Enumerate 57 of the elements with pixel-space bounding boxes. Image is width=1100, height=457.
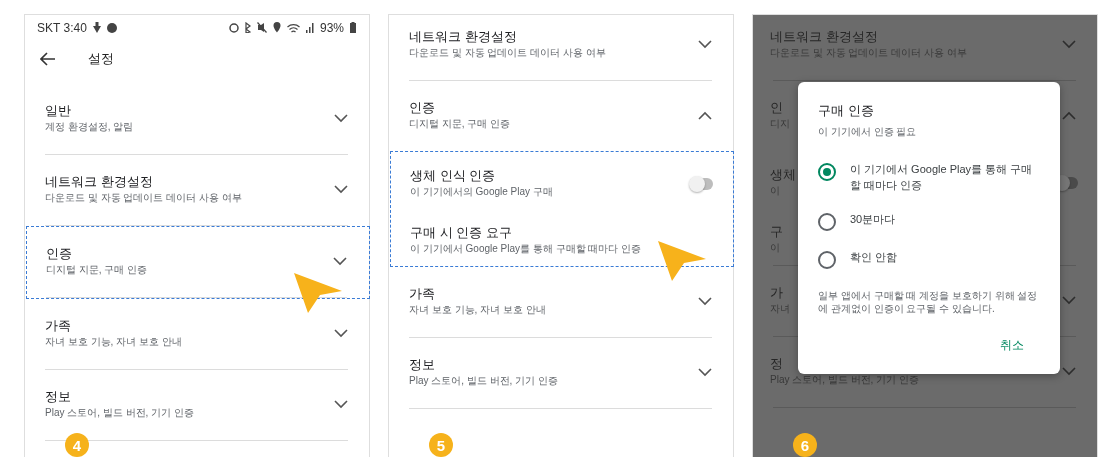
setting-title[interactable]: 정보 (409, 356, 435, 373)
wifi-icon (286, 22, 300, 33)
chevron-down-icon[interactable] (334, 185, 348, 194)
page-title: 설정 (88, 50, 114, 68)
location-icon (272, 22, 281, 33)
setting-subtitle: 다운로드 및 자동 업데이트 데이터 사용 여부 (409, 46, 606, 60)
chevron-down-icon[interactable] (334, 329, 348, 338)
toggle-switch[interactable] (691, 177, 713, 190)
option-label[interactable]: 확인 안함 (850, 249, 898, 265)
pointer-arrow-icon (657, 240, 707, 282)
chevron-down-icon[interactable] (698, 368, 712, 377)
setting-title[interactable]: 인증 (409, 99, 435, 116)
carrier-time: SKT 3:40 (37, 20, 87, 35)
setting-subtitle: 이 기기에서의 Google Play 구매 (410, 185, 553, 199)
radio-button[interactable] (818, 163, 836, 181)
dialog-subtitle: 이 기기에서 인증 필요 (818, 125, 918, 139)
setting-subtitle: 자녀 보호 기능, 자녀 보호 안내 (409, 303, 546, 317)
setting-title[interactable]: 네트워크 환경설정 (45, 173, 153, 190)
setting-title[interactable]: 가족 (45, 317, 71, 334)
mute-icon (256, 22, 267, 33)
chevron-up-icon[interactable] (698, 111, 712, 120)
download-arrow-icon (92, 22, 101, 33)
back-arrow-icon[interactable] (40, 52, 56, 66)
setting-title[interactable]: 인증 (46, 245, 72, 262)
chevron-down-icon[interactable] (333, 257, 347, 266)
setting-title[interactable]: 네트워크 환경설정 (409, 28, 517, 45)
dialog-note: 일부 앱에서 구매할 때 계정을 보호하기 위해 설정에 관계없이 인증이 요구될 수 있습니다. (818, 289, 1039, 315)
setting-title[interactable]: 정보 (45, 388, 71, 405)
setting-subtitle: 이 기기에서 Google Play를 통해 구매할 때마다 인증 (410, 242, 642, 256)
signal-icon (305, 22, 314, 33)
option-label[interactable]: 이 기기에서 Google Play를 통해 구매할 때마다 인증 (850, 161, 1040, 193)
radio-button[interactable] (818, 213, 836, 231)
battery-icon (350, 22, 356, 33)
chevron-down-icon[interactable] (334, 114, 348, 123)
setting-subtitle: 계정 환경설정, 알림 (45, 120, 134, 134)
chevron-down-icon[interactable] (334, 400, 348, 409)
bluetooth-icon (244, 22, 251, 33)
setting-title[interactable]: 일반 (45, 102, 71, 119)
setting-subtitle: Play 스토어, 빌드 버전, 기기 인증 (45, 406, 194, 420)
chevron-down-icon[interactable] (698, 40, 712, 49)
option-label[interactable]: 30분마다 (850, 211, 896, 227)
cancel-button[interactable]: 취소 (984, 333, 1040, 358)
chevron-down-icon[interactable] (698, 297, 712, 306)
setting-subtitle: 디지털 지문, 구매 인증 (46, 263, 148, 277)
dialog-title: 구매 인증 (818, 102, 875, 120)
setting-title[interactable]: 구매 시 인증 요구 (410, 224, 512, 241)
alarm-icon (228, 22, 239, 33)
setting-subtitle: Play 스토어, 빌드 버전, 기기 인증 (409, 374, 558, 388)
battery-percent: 93% (319, 20, 344, 35)
radio-button[interactable] (818, 251, 836, 269)
setting-subtitle: 디지털 지문, 구매 인증 (409, 117, 511, 131)
circle-icon (106, 22, 117, 33)
setting-subtitle: 자녀 보호 기능, 자녀 보호 안내 (45, 335, 182, 349)
setting-title[interactable]: 생체 인식 인증 (410, 167, 496, 184)
setting-title[interactable]: 가족 (409, 285, 435, 302)
pointer-arrow-icon (293, 272, 343, 314)
setting-subtitle: 다운로드 및 자동 업데이트 데이터 사용 여부 (45, 191, 242, 205)
